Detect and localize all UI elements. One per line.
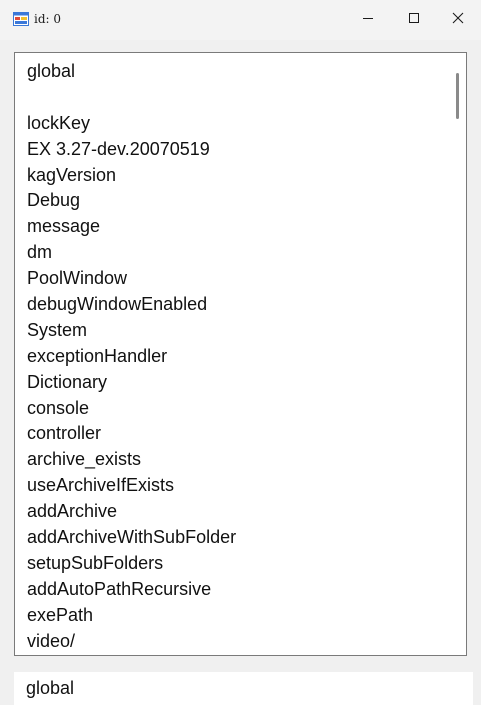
title-bar[interactable]: id: 0 — [0, 0, 481, 40]
list-item[interactable]: console — [27, 396, 236, 422]
list-item[interactable]: dm — [27, 240, 236, 266]
minimize-icon — [362, 11, 374, 29]
list-item[interactable]: message — [27, 214, 236, 240]
list-item[interactable]: addArchiveWithSubFolder — [27, 525, 236, 551]
minimize-button[interactable] — [345, 0, 391, 40]
list-item[interactable]: addAutoPathRecursive — [27, 577, 236, 603]
list-item[interactable]: exceptionHandler — [27, 344, 236, 370]
list-item[interactable]: debugWindowEnabled — [27, 292, 236, 318]
list-item[interactable] — [27, 85, 236, 111]
app-window: id: 0 global lockKey EX 3.27-dev.20070519 k… — [0, 0, 481, 705]
listbox-items: global lockKey EX 3.27-dev.20070519 kagVers… — [27, 59, 236, 654]
scrollbar-thumb[interactable] — [456, 73, 459, 119]
list-item[interactable]: global — [27, 59, 236, 85]
list-item[interactable]: PoolWindow — [27, 266, 236, 292]
app-window-icon[interactable] — [13, 12, 29, 26]
list-item[interactable]: EX 3.27-dev.20070519 — [27, 137, 236, 163]
list-item[interactable]: archive_exists — [27, 447, 236, 473]
list-item[interactable]: Dictionary — [27, 370, 236, 396]
list-item[interactable]: addArchive — [27, 499, 236, 525]
maximize-icon — [408, 11, 420, 29]
list-item[interactable]: System — [27, 318, 236, 344]
list-item[interactable]: setupSubFolders — [27, 551, 236, 577]
maximize-button[interactable] — [391, 0, 437, 40]
close-icon — [452, 11, 464, 29]
list-item[interactable]: exePath — [27, 603, 236, 629]
list-item[interactable]: controller — [27, 421, 236, 447]
list-item[interactable]: Debug — [27, 188, 236, 214]
variables-listbox[interactable]: global lockKey EX 3.27-dev.20070519 kagVers… — [14, 52, 467, 656]
vertical-scrollbar[interactable] — [449, 53, 466, 655]
close-button[interactable] — [435, 0, 481, 40]
list-item[interactable]: kagVersion — [27, 163, 236, 189]
window-title: id: 0 — [34, 12, 62, 26]
expression-input[interactable] — [14, 672, 473, 705]
list-item[interactable]: lockKey — [27, 111, 236, 137]
list-item[interactable]: video/ — [27, 629, 236, 655]
list-item[interactable]: useArchiveIfExists — [27, 473, 236, 499]
